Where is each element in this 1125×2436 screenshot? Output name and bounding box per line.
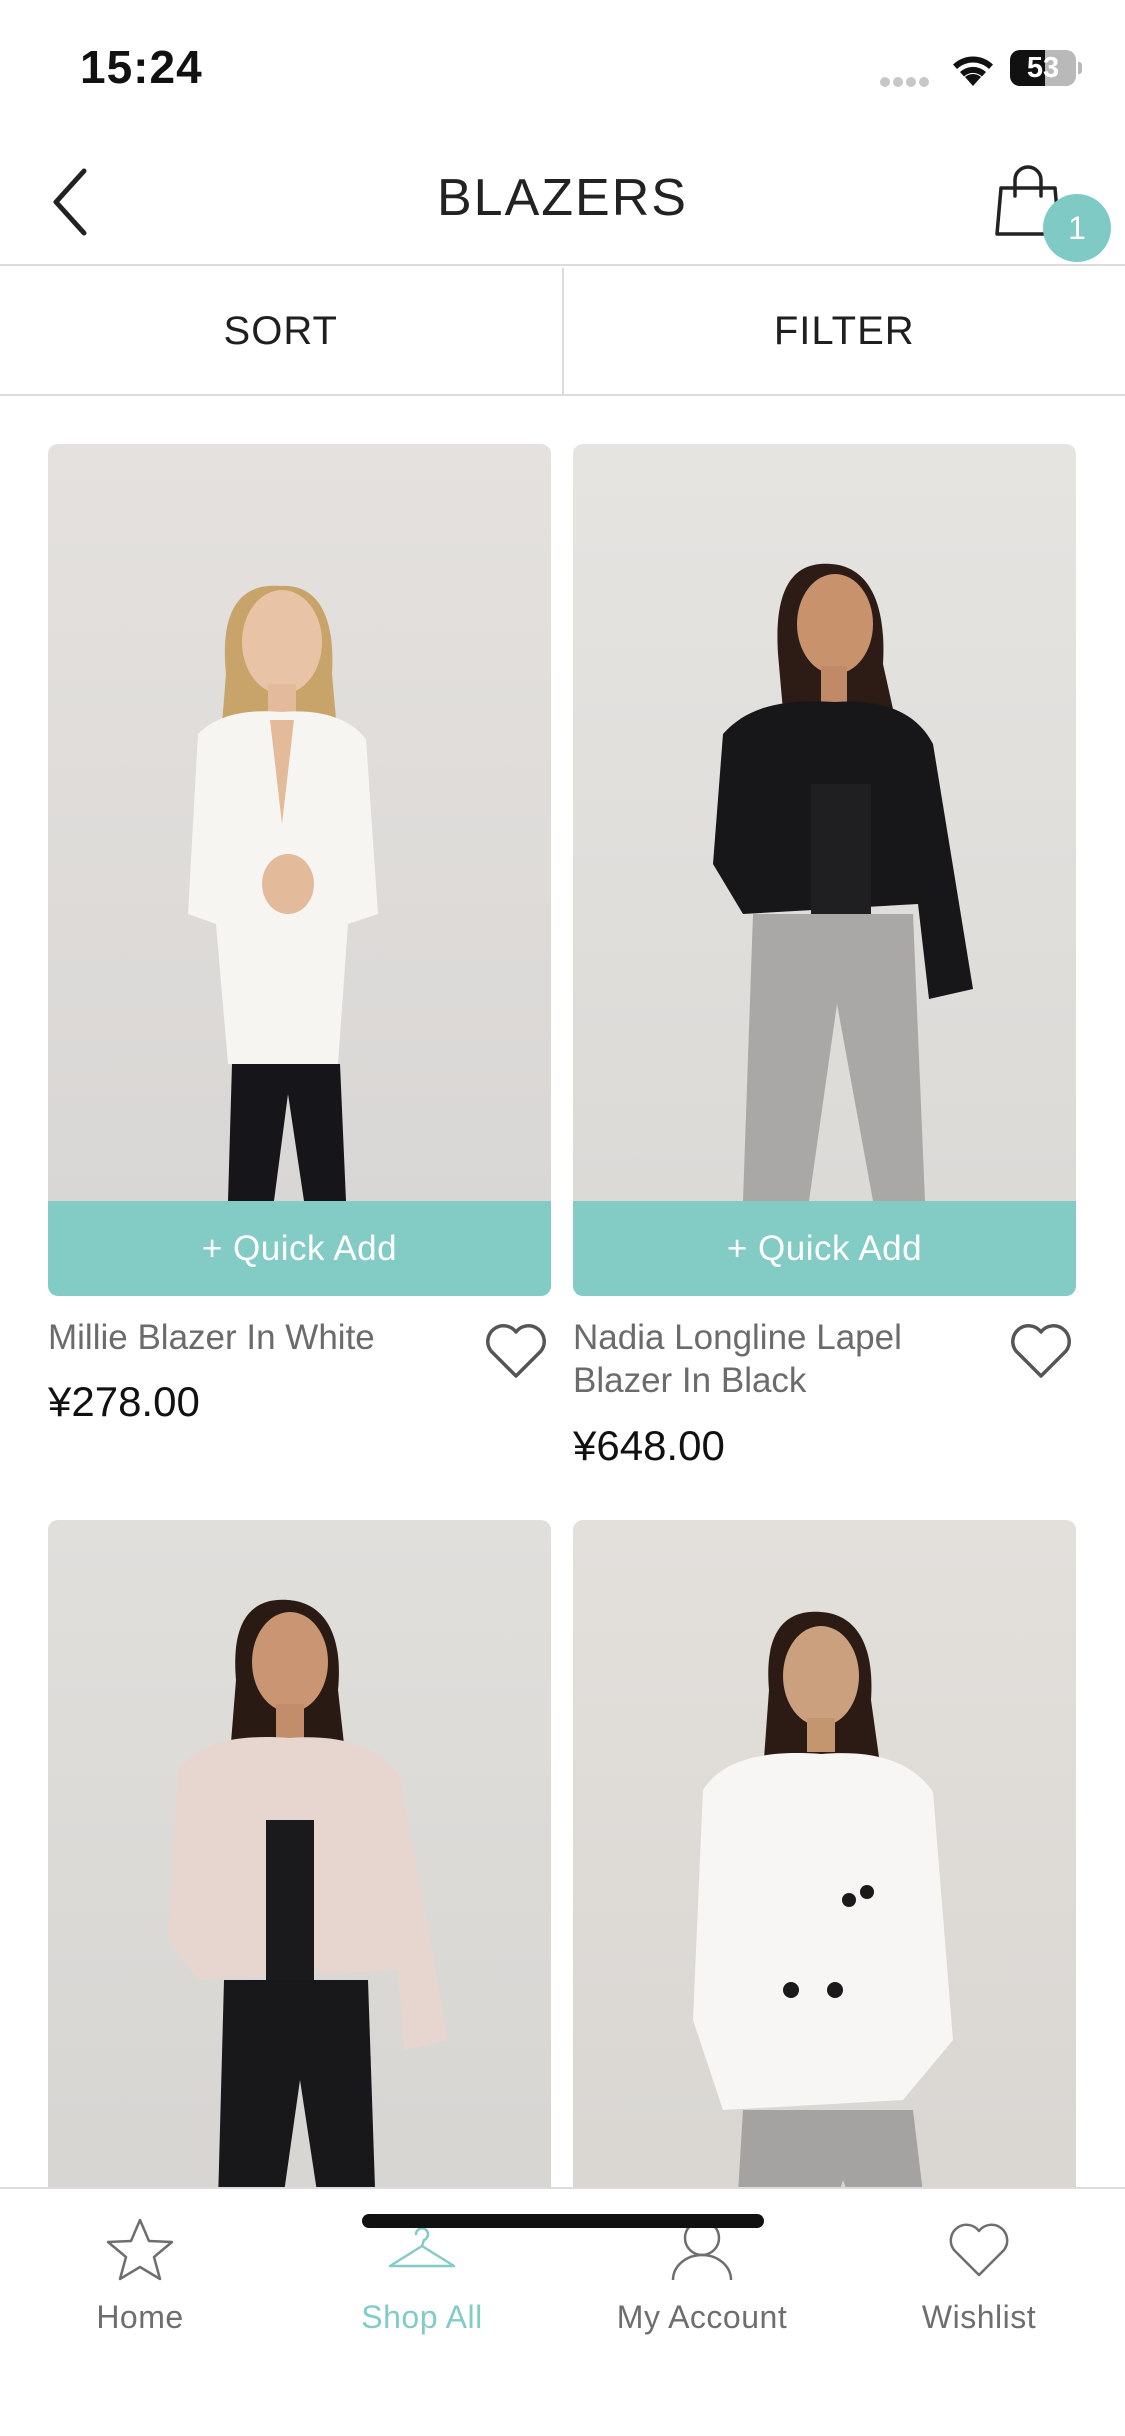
cart-button[interactable]: 1 <box>985 160 1111 262</box>
tab-shop-all[interactable]: Shop All <box>302 2213 542 2343</box>
product-card[interactable]: + Quick Add Millie Blazer In White ¥278.… <box>48 444 551 1425</box>
product-name[interactable]: Millie Blazer In White <box>48 1316 448 1359</box>
battery-icon: 53 <box>1010 50 1076 86</box>
tab-wishlist-label: Wishlist <box>921 2299 1037 2335</box>
wishlist-button[interactable] <box>483 1320 549 1380</box>
tab-shop-all-label: Shop All <box>361 2299 483 2335</box>
tab-my-account-label: My Account <box>616 2299 788 2335</box>
product-grid: + Quick Add Millie Blazer In White ¥278.… <box>48 444 1078 2189</box>
heart-icon <box>1011 1324 1071 1378</box>
product-price: ¥648.00 <box>573 1422 725 1469</box>
cellular-signal-icon <box>880 74 936 87</box>
tab-wishlist[interactable]: Wishlist <box>859 2213 1099 2343</box>
battery-level: 53 <box>1026 52 1060 84</box>
page-title: BLAZERS <box>437 169 688 227</box>
quick-add-button[interactable]: + Quick Add <box>48 1201 551 1296</box>
quick-add-button[interactable]: + Quick Add <box>573 1201 1076 1296</box>
battery-nub <box>1078 62 1082 74</box>
wifi-icon <box>948 50 998 88</box>
product-image[interactable] <box>48 444 551 1201</box>
product-image[interactable] <box>48 1520 551 2189</box>
status-bar: 15:24 53 <box>0 0 1125 140</box>
cart-count-badge: 1 <box>1043 194 1111 262</box>
product-name[interactable]: Nadia Longline Lapel Blazer In Black <box>573 1316 973 1402</box>
product-card[interactable]: + Quick Add Nadia Longline Lapel Blazer … <box>573 444 1076 1469</box>
tab-my-account[interactable]: My Account <box>582 2213 822 2343</box>
wishlist-button[interactable] <box>1008 1320 1074 1380</box>
product-image[interactable] <box>573 1520 1076 2189</box>
filter-button[interactable]: FILTER <box>561 268 1125 394</box>
sort-filter-bar: SORT FILTER <box>0 268 1125 396</box>
home-indicator <box>362 2214 764 2228</box>
heart-icon <box>949 2223 1009 2277</box>
hanger-icon <box>388 2227 456 2268</box>
sort-button[interactable]: SORT <box>0 268 562 394</box>
star-icon <box>106 2218 174 2281</box>
heart-icon <box>486 1324 546 1378</box>
tab-home-label: Home <box>96 2299 184 2335</box>
product-image[interactable] <box>573 444 1076 1201</box>
status-time: 15:24 <box>80 41 203 93</box>
product-card[interactable] <box>573 1520 1076 2189</box>
navigation-header: BLAZERS 1 <box>0 140 1125 266</box>
product-price: ¥278.00 <box>48 1378 200 1425</box>
tab-home[interactable]: Home <box>20 2213 260 2343</box>
product-card[interactable] <box>48 1520 551 2189</box>
